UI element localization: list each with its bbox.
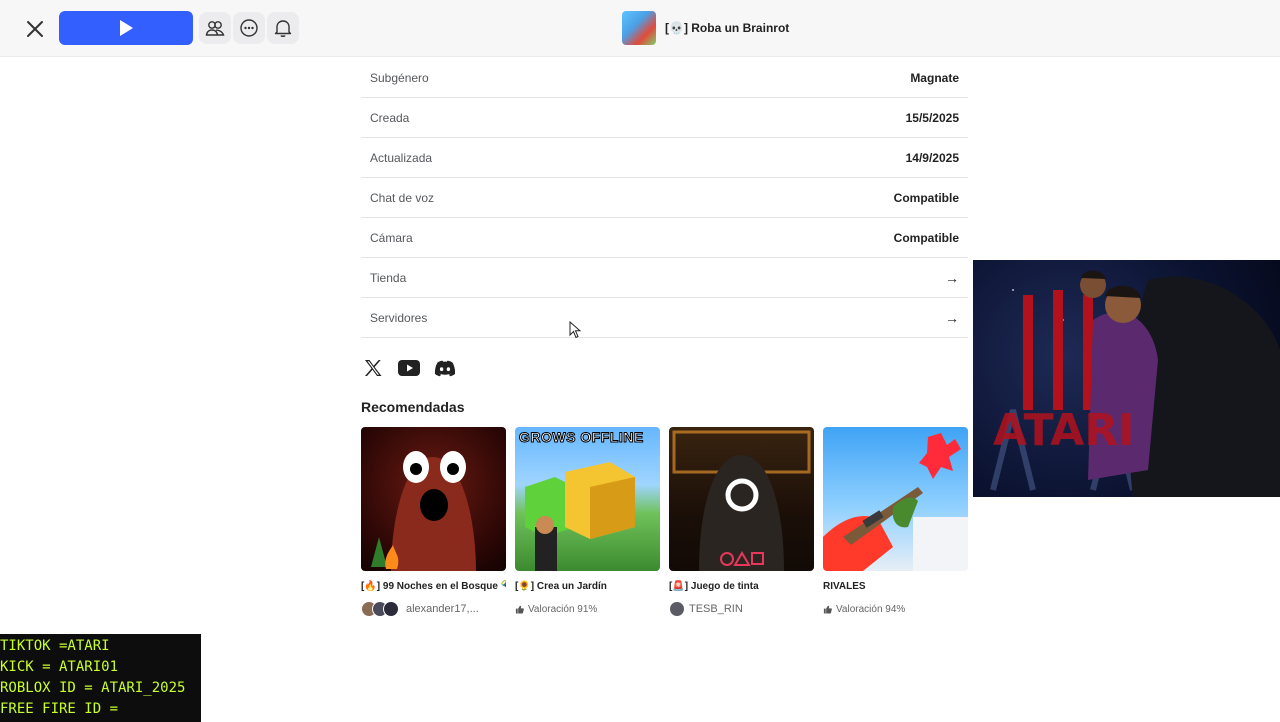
youtube-icon[interactable]	[397, 357, 421, 379]
notifications-button[interactable]	[267, 12, 299, 44]
arrow-right-icon: →	[945, 269, 959, 286]
friends-playing-text: alexander17,...	[406, 603, 479, 615]
discord-icon[interactable]	[433, 357, 457, 379]
bell-icon	[274, 20, 292, 37]
game-card[interactable]: [🚨] Juego de tinta TESB_RIN	[669, 427, 814, 617]
avatar	[383, 601, 399, 617]
overlay-line: KICK = ATARI01	[0, 659, 119, 675]
rating-text: Valoración 91%	[528, 603, 598, 615]
thumbs-up-icon	[823, 605, 832, 614]
game-card-meta: Valoración 91%	[515, 601, 660, 617]
avatar	[669, 601, 685, 617]
game-card-meta: alexander17,...	[361, 601, 506, 617]
more-button[interactable]	[233, 12, 265, 44]
mouse-cursor-icon	[569, 321, 581, 339]
friend-playing-text: TESB_RIN	[689, 603, 743, 615]
overlay-line: ROBLOX ID = ATARI_2025	[0, 680, 186, 696]
detail-label: Subgénero	[370, 70, 429, 85]
close-icon[interactable]	[22, 16, 48, 42]
stream-info-overlay: TIKTOK =ATARI KICK = ATARI01 ROBLOX ID =…	[0, 634, 201, 722]
play-button[interactable]	[59, 11, 193, 45]
game-card[interactable]: [🔥] 99 Noches en el Bosque 🔦 alexander17…	[361, 427, 506, 617]
recommended-games: [🔥] 99 Noches en el Bosque 🔦 alexander17…	[361, 427, 968, 617]
game-thumbnail	[622, 11, 656, 45]
game-thumbnail: GROWS OFFLINE	[515, 427, 660, 571]
detail-row-store[interactable]: Tienda →	[361, 258, 968, 298]
game-thumbnail	[823, 427, 968, 571]
more-options-icon	[240, 19, 258, 37]
friend-avatars	[361, 601, 399, 617]
detail-label: Chat de voz	[370, 190, 435, 205]
webcam-overlay: ATARI	[973, 260, 1280, 497]
detail-label: Tienda	[370, 270, 407, 285]
detail-label: Creada	[370, 110, 410, 125]
detail-row-voice-chat: Chat de voz Compatible	[361, 178, 968, 218]
game-thumbnail	[361, 427, 506, 571]
game-header: [💀] Roba un Brainrot	[622, 11, 789, 45]
x-twitter-icon[interactable]	[361, 357, 385, 379]
arrow-right-icon: →	[945, 309, 959, 326]
detail-row-created: Creada 15/5/2025	[361, 98, 968, 138]
recommended-heading: Recomendadas	[361, 399, 465, 415]
detail-row-servers[interactable]: Servidores →	[361, 298, 968, 338]
game-card-title: [🔥] 99 Noches en el Bosque 🔦	[361, 581, 506, 592]
social-links	[361, 357, 457, 379]
detail-row-camera: Cámara Compatible	[361, 218, 968, 258]
game-card[interactable]: GROWS OFFLINE [🌻] Crea un Jardín Valorac…	[515, 427, 660, 617]
detail-value: Magnate	[910, 70, 959, 85]
game-card-title: [🌻] Crea un Jardín	[515, 581, 607, 592]
detail-label: Servidores	[370, 310, 428, 325]
webcam-watermark-text: ATARI	[993, 405, 1135, 456]
overlay-line: FREE FIRE ID =	[0, 701, 119, 717]
detail-row-updated: Actualizada 14/9/2025	[361, 138, 968, 178]
party-button[interactable]	[199, 12, 231, 44]
thumbs-up-icon	[515, 605, 524, 614]
detail-label: Actualizada	[370, 150, 433, 165]
game-card[interactable]: RIVALES Valoración 94%	[823, 427, 968, 617]
overlay-line: TIKTOK =ATARI	[0, 638, 110, 654]
detail-value: 14/9/2025	[905, 150, 959, 165]
rating-text: Valoración 94%	[836, 603, 906, 615]
top-bar: [💀] Roba un Brainrot	[0, 0, 1280, 57]
game-title: [💀] Roba un Brainrot	[665, 21, 790, 35]
game-card-title: RIVALES	[823, 581, 866, 592]
detail-value: Compatible	[893, 190, 959, 205]
detail-value: Compatible	[893, 230, 959, 245]
game-card-meta: TESB_RIN	[669, 601, 814, 617]
detail-label: Cámara	[370, 230, 413, 245]
play-icon	[120, 20, 133, 36]
detail-row-subgenre: Subgénero Magnate	[361, 58, 968, 98]
game-details-table: Subgénero Magnate Creada 15/5/2025 Actua…	[361, 58, 968, 338]
game-thumbnail	[669, 427, 814, 571]
game-card-title: [🚨] Juego de tinta	[669, 581, 759, 592]
detail-value: 15/5/2025	[905, 110, 959, 125]
friends-icon	[205, 21, 225, 36]
game-card-meta: Valoración 94%	[823, 601, 968, 617]
